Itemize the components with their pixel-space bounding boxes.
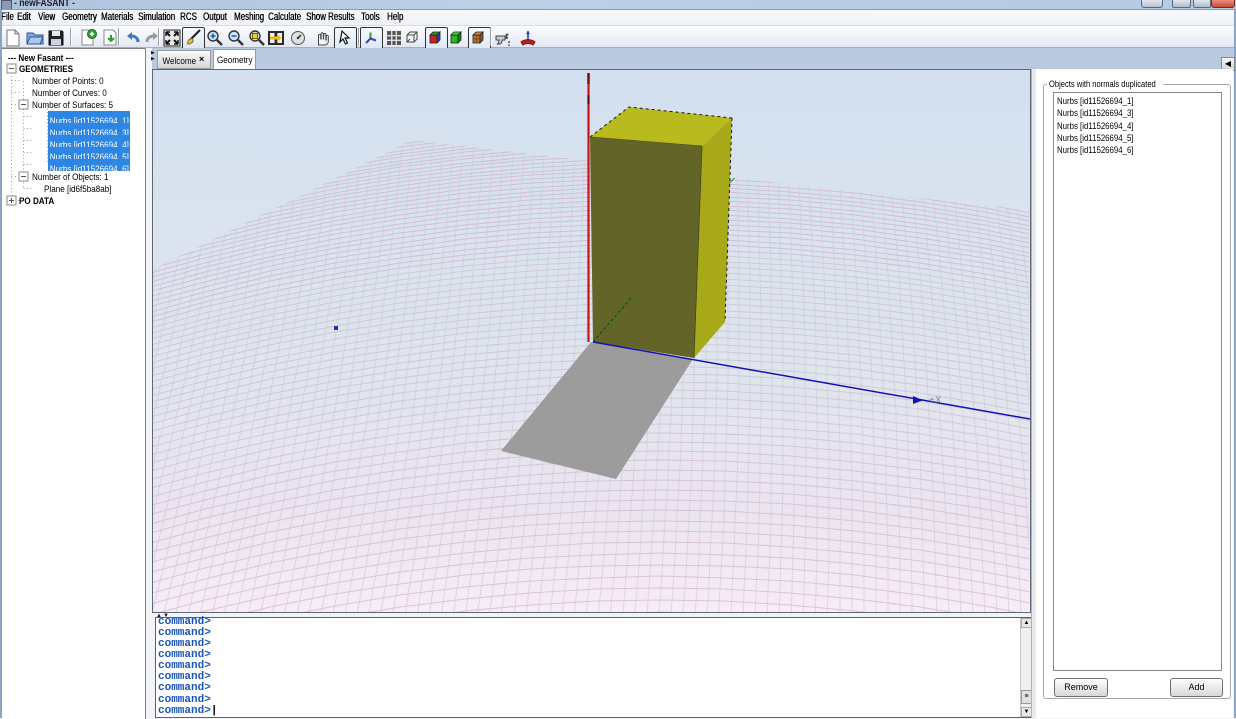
svg-text:+X: +X bbox=[929, 395, 942, 406]
